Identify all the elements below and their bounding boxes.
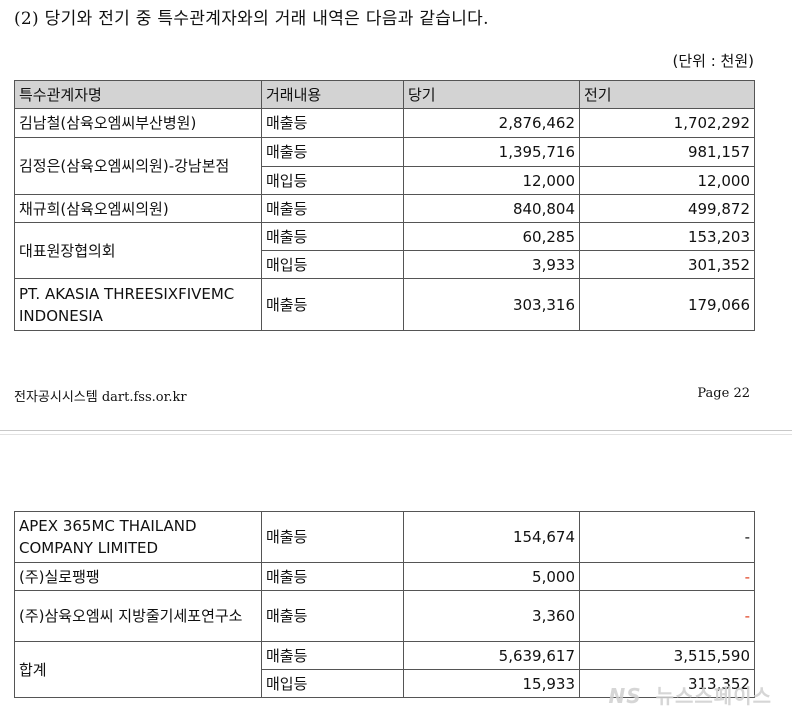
related-party-table-continued: APEX 365MC THAILAND COMPANY LIMITED 매출등 …	[14, 511, 755, 698]
table-row: 김정은(삼육오엠씨의원)-강남본점 매출등 1,395,716 981,157	[14, 137, 755, 195]
table-row: 대표원장협의회 매출등 60,285 153,203	[14, 222, 755, 279]
prior-value: 12,000	[579, 166, 755, 195]
watermark-text: 뉴스스페이스	[655, 684, 772, 708]
total-label: 합계	[14, 641, 262, 698]
current-value: 5,000	[403, 562, 580, 591]
party-name: 채규희(삼육오엠씨의원)	[14, 194, 262, 223]
party-name: PT. AKASIA THREESIXFIVEMC INDONESIA	[14, 278, 262, 331]
header-party-name: 특수관계자명	[14, 80, 262, 109]
transaction-type: 매출등	[261, 511, 404, 563]
news-watermark: NS 뉴스스페이스	[608, 680, 772, 709]
current-value: 1,395,716	[403, 137, 580, 167]
transaction-type: 매출등	[261, 641, 404, 670]
page-break-divider	[0, 434, 792, 435]
prior-value: 499,872	[579, 194, 755, 223]
party-name: 김정은(삼육오엠씨의원)-강남본점	[14, 137, 262, 195]
transaction-type: 매입등	[261, 250, 404, 279]
prior-value: 153,203	[579, 222, 755, 251]
current-value: 12,000	[403, 166, 580, 195]
table-row: 채규희(삼육오엠씨의원) 매출등 840,804 499,872	[14, 194, 755, 223]
prior-value: -	[579, 590, 755, 642]
party-name: 대표원장협의회	[14, 222, 262, 279]
current-value: 303,316	[403, 278, 580, 331]
table-header-row: 특수관계자명 거래내용 당기 전기	[14, 80, 755, 109]
current-value: 15,933	[403, 669, 580, 698]
prior-value: 179,066	[579, 278, 755, 331]
table-row: PT. AKASIA THREESIXFIVEMC INDONESIA 매출등 …	[14, 278, 755, 331]
prior-value: 1,702,292	[579, 108, 755, 138]
transaction-type: 매출등	[261, 590, 404, 642]
party-name: APEX 365MC THAILAND COMPANY LIMITED	[14, 511, 262, 563]
current-value: 2,876,462	[403, 108, 580, 138]
prior-value: 981,157	[579, 137, 755, 167]
footer-page-number: Page 22	[697, 386, 750, 401]
current-value: 840,804	[403, 194, 580, 223]
current-value: 154,674	[403, 511, 580, 563]
party-name: (주)실로팽팽	[14, 562, 262, 591]
party-name: (주)삼육오엠씨 지방줄기세포연구소	[14, 590, 262, 642]
transaction-type: 매출등	[261, 108, 404, 138]
prior-value: 301,352	[579, 250, 755, 279]
header-transaction-type: 거래내용	[261, 80, 404, 109]
watermark-logo-icon: NS	[608, 684, 642, 708]
transaction-type: 매입등	[261, 669, 404, 698]
transaction-type: 매출등	[261, 562, 404, 591]
prior-value: -	[579, 511, 755, 563]
related-party-table: 특수관계자명 거래내용 당기 전기 김남철(삼육오엠씨부산병원) 매출등 2,8…	[14, 80, 755, 331]
transaction-type: 매출등	[261, 137, 404, 167]
page-break-divider	[0, 430, 792, 431]
transaction-type: 매입등	[261, 166, 404, 195]
header-current-year: 당기	[403, 80, 580, 109]
unit-label: (단위 : 천원)	[672, 52, 755, 70]
section-heading: (2) 당기와 전기 중 특수관계자와의 거래 내역은 다음과 같습니다.	[14, 9, 489, 29]
table-row: 합계 매출등 5,639,617 3,515,590	[14, 641, 755, 698]
transaction-type: 매출등	[261, 222, 404, 251]
transaction-type: 매출등	[261, 278, 404, 331]
table-row: 김남철(삼육오엠씨부산병원) 매출등 2,876,462 1,702,292	[14, 108, 755, 138]
prior-value: 3,515,590	[579, 641, 755, 670]
table-row: (주)실로팽팽 매출등 5,000 -	[14, 562, 755, 591]
current-value: 3,360	[403, 590, 580, 642]
header-prior-year: 전기	[579, 80, 755, 109]
prior-value: -	[579, 562, 755, 591]
current-value: 5,639,617	[403, 641, 580, 670]
footer-system-url: 전자공시시스템 dart.fss.or.kr	[14, 390, 187, 405]
transaction-type: 매출등	[261, 194, 404, 223]
current-value: 60,285	[403, 222, 580, 251]
party-name: 김남철(삼육오엠씨부산병원)	[14, 108, 262, 138]
table-row: (주)삼육오엠씨 지방줄기세포연구소 매출등 3,360 -	[14, 590, 755, 642]
table-row: APEX 365MC THAILAND COMPANY LIMITED 매출등 …	[14, 511, 755, 563]
current-value: 3,933	[403, 250, 580, 279]
